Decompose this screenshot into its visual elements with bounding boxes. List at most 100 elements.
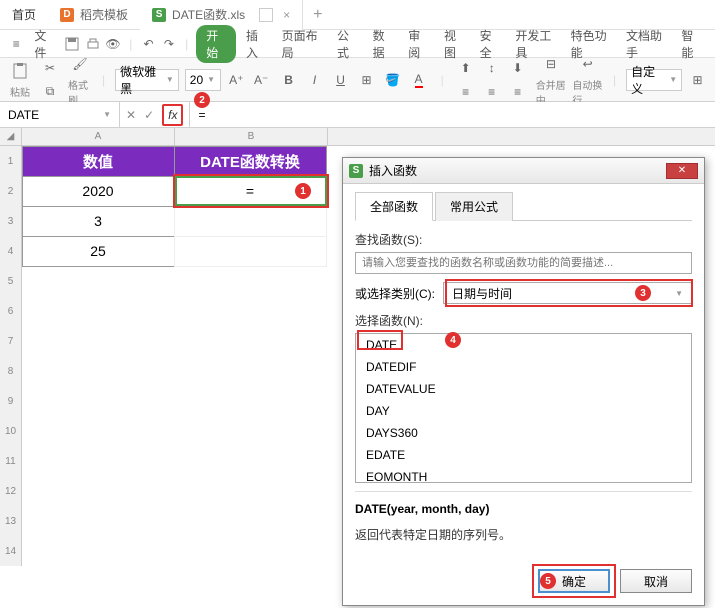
dialog-titlebar[interactable]: S 插入函数 ✕ [343, 158, 704, 184]
fx-button[interactable]: fx [162, 104, 183, 126]
menu-data[interactable]: 数据 [367, 27, 399, 61]
number-format-select[interactable]: 自定义▼ [626, 69, 682, 91]
function-item-datevalue[interactable]: DATEVALUE [356, 378, 691, 400]
font-size-select[interactable]: 20▼ [185, 69, 221, 91]
search-input[interactable] [355, 252, 692, 274]
tab-home[interactable]: 首页 [0, 0, 48, 30]
row-header-6[interactable]: 6 [0, 296, 22, 326]
align-left-icon[interactable]: ≡ [454, 81, 478, 103]
function-item-eomonth[interactable]: EOMONTH [356, 466, 691, 483]
print-icon[interactable] [84, 34, 100, 54]
menu-security[interactable]: 安全 [474, 27, 506, 61]
tab-add-button[interactable]: + [303, 6, 332, 24]
align-center-icon[interactable]: ≡ [480, 81, 504, 103]
cancel-formula-icon[interactable]: ✕ [126, 108, 136, 122]
row-header-7[interactable]: 7 [0, 326, 22, 356]
format-painter-icon[interactable]: 🖌 [68, 53, 92, 75]
bold-icon[interactable]: B [277, 69, 301, 91]
column-header-a[interactable]: A [22, 128, 175, 145]
cut-icon[interactable]: ✂ [38, 57, 62, 79]
italic-icon[interactable]: I [303, 69, 327, 91]
undo-icon[interactable]: ↶ [140, 34, 156, 54]
wrap-icon[interactable]: ↩ [576, 53, 600, 75]
row-header-4[interactable]: 4 [0, 236, 22, 266]
function-list[interactable]: DATE DATEDIF DATEVALUE DAY DAYS360 EDATE… [355, 333, 692, 483]
function-item-edate[interactable]: EDATE [356, 444, 691, 466]
function-list-label: 选择函数(N): [355, 312, 692, 329]
align-top-icon[interactable]: ⬆ [454, 57, 478, 79]
fill-color-icon[interactable]: 🪣 [381, 69, 405, 91]
border-icon[interactable]: ⊞ [355, 69, 379, 91]
function-item-datedif[interactable]: DATEDIF [356, 356, 691, 378]
merge-icon[interactable]: ⊟ [539, 53, 563, 75]
function-item-day[interactable]: DAY [356, 400, 691, 422]
cell-b1[interactable]: DATE函数转换 [174, 146, 327, 177]
menu-start[interactable]: 开始 [196, 25, 236, 63]
row-header-14[interactable]: 14 [0, 536, 22, 566]
row-header-13[interactable]: 13 [0, 506, 22, 536]
tab-common-formulas[interactable]: 常用公式 [435, 192, 513, 221]
menu-layout[interactable]: 页面布局 [276, 27, 327, 61]
align-middle-icon[interactable]: ↕ [480, 57, 504, 79]
name-box-value: DATE [8, 108, 39, 122]
font-color-icon[interactable]: A [407, 69, 431, 91]
menu-smart[interactable]: 智能 [675, 27, 707, 61]
font-select[interactable]: 微软雅黑▼ [115, 69, 179, 91]
align-right-icon[interactable]: ≡ [506, 81, 530, 103]
menu-review[interactable]: 审阅 [402, 27, 434, 61]
menu-doc[interactable]: 文档助手 [620, 27, 671, 61]
redo-icon[interactable]: ↷ [161, 34, 177, 54]
row-header-8[interactable]: 8 [0, 356, 22, 386]
function-item-days360[interactable]: DAYS360 [356, 422, 691, 444]
menu-insert[interactable]: 插入 [240, 27, 272, 61]
copy-icon[interactable]: ⧉ [38, 81, 62, 103]
tab-duplicate-icon[interactable] [259, 8, 273, 22]
cell-a1[interactable]: 数值 [22, 146, 175, 177]
row-header-12[interactable]: 12 [0, 476, 22, 506]
row-header-5[interactable]: 5 [0, 266, 22, 296]
tab-all-functions[interactable]: 全部函数 [355, 192, 433, 221]
cancel-button[interactable]: 取消 [620, 569, 692, 593]
ok-label: 确定 [562, 573, 586, 590]
save-icon[interactable] [64, 34, 80, 54]
name-box[interactable]: DATE▼ [0, 102, 120, 127]
cancel-label: 取消 [644, 573, 668, 590]
function-item-date[interactable]: DATE [356, 334, 691, 356]
dialog-close-button[interactable]: ✕ [666, 163, 698, 179]
decrease-font-icon[interactable]: A⁻ [252, 69, 271, 91]
brush-group: 🖌 格式刷 [68, 53, 92, 107]
menu-formula[interactable]: 公式 [331, 27, 363, 61]
formula-input[interactable]: = [190, 102, 715, 127]
cell-a2[interactable]: 2020 [22, 176, 175, 207]
app-menu-icon[interactable]: ≡ [8, 34, 24, 54]
underline-icon[interactable]: U [329, 69, 353, 91]
select-all-corner[interactable]: ◢ [0, 128, 22, 145]
row-header-1[interactable]: 1 [0, 146, 22, 176]
increase-font-icon[interactable]: A⁺ [227, 69, 246, 91]
insert-function-dialog: S 插入函数 ✕ 全部函数 常用公式 查找函数(S): 或选择类别(C): 日期… [342, 157, 705, 606]
chevron-down-icon: ▼ [166, 75, 174, 84]
menu-view[interactable]: 视图 [438, 27, 470, 61]
row-header-11[interactable]: 11 [0, 446, 22, 476]
tab-close-icon[interactable]: × [283, 8, 290, 22]
confirm-formula-icon[interactable]: ✓ [144, 108, 154, 122]
row-header-2[interactable]: 2 [0, 176, 22, 206]
align-bottom-icon[interactable]: ⬇ [506, 57, 530, 79]
menu-file[interactable]: 文件 [28, 27, 60, 61]
cell-b4[interactable] [174, 236, 327, 267]
cell-a3[interactable]: 3 [22, 206, 175, 237]
row-header-3[interactable]: 3 [0, 206, 22, 236]
tab-template-label: 稻壳模板 [80, 6, 128, 23]
cell-a4[interactable]: 25 [22, 236, 175, 267]
row-header-9[interactable]: 9 [0, 386, 22, 416]
tab-template[interactable]: D稻壳模板 [48, 0, 140, 30]
preview-icon[interactable]: 👁 [105, 34, 121, 54]
font-name: 微软雅黑 [120, 63, 162, 97]
paste-icon[interactable] [8, 60, 32, 82]
category-select[interactable]: 日期与时间 ▼ [443, 282, 692, 304]
more-icon[interactable]: ⊞ [688, 69, 707, 91]
cell-b3[interactable] [174, 206, 327, 237]
column-header-b[interactable]: B [175, 128, 328, 145]
row-header-10[interactable]: 10 [0, 416, 22, 446]
category-value: 日期与时间 [452, 285, 512, 302]
